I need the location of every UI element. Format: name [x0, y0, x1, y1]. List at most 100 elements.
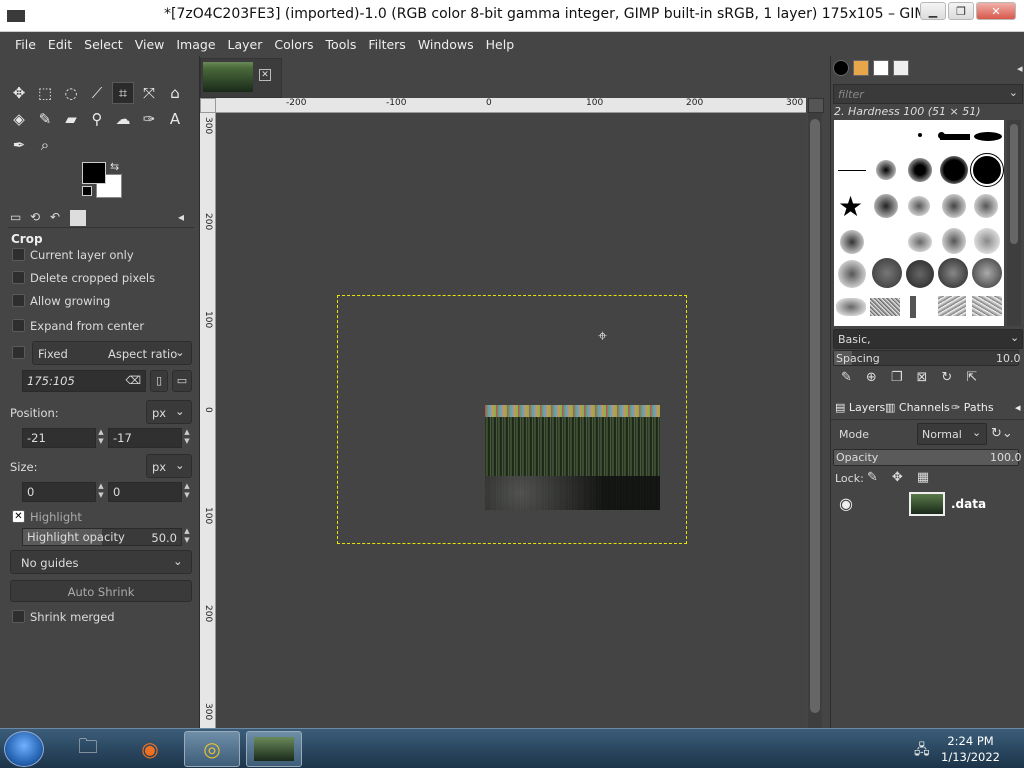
menu-select[interactable]: Select — [78, 37, 129, 52]
images-icon[interactable] — [70, 210, 86, 226]
dock-menu-icon[interactable]: ◂ — [1015, 401, 1021, 414]
position-x-input[interactable]: -21 — [22, 428, 96, 448]
position-y-input[interactable]: -17 — [108, 428, 182, 448]
vertical-scrollbar[interactable] — [808, 113, 822, 728]
edit-brush-icon[interactable]: ✎ — [841, 370, 852, 385]
duplicate-brush-icon[interactable]: ❐ — [891, 370, 903, 385]
scrollbar-thumb[interactable] — [1010, 124, 1018, 244]
lasso-icon[interactable]: ◌ — [60, 82, 82, 104]
mode-reset-icon[interactable]: ↻⌄ — [991, 426, 1013, 441]
brush-item[interactable] — [874, 194, 898, 218]
close-tab-icon[interactable]: ✕ — [259, 69, 271, 81]
bucket-fill-icon[interactable]: ◈ — [8, 108, 30, 130]
brush-item[interactable] — [940, 134, 970, 140]
aspect-ratio-input[interactable]: 175:105 ⌫ — [22, 370, 146, 392]
brush-item[interactable] — [972, 296, 1002, 316]
document-history-tab-icon[interactable] — [893, 60, 909, 76]
clock[interactable]: 2:24 PM 1/13/2022 — [941, 733, 1000, 765]
tab-layers[interactable]: ▤ Layers — [835, 401, 885, 414]
brush-item[interactable] — [974, 132, 1002, 141]
brush-item[interactable] — [918, 133, 922, 137]
refresh-brushes-icon[interactable]: ↻ — [941, 370, 952, 385]
menu-colors[interactable]: Colors — [268, 37, 319, 52]
brush-item[interactable] — [876, 160, 896, 180]
clear-icon[interactable]: ⌫ — [125, 374, 141, 387]
tab-channels[interactable]: ▥ Channels — [885, 401, 950, 414]
menu-file[interactable]: File — [9, 37, 42, 52]
fuzzy-select-icon[interactable]: ⟋ — [86, 82, 108, 104]
brush-spacing-slider[interactable]: Spacing 10.0 — [833, 350, 1021, 366]
fonts-tab-icon[interactable] — [873, 60, 889, 76]
brush-item[interactable] — [938, 296, 966, 316]
dock-menu-icon[interactable]: ◂ — [1017, 62, 1023, 75]
highlight-opacity-slider[interactable]: Highlight opacity 50.0 — [22, 528, 182, 546]
highlight-checkbox[interactable]: ✕ — [12, 510, 25, 523]
navigate-button[interactable] — [808, 98, 824, 113]
brush-item[interactable] — [908, 196, 930, 216]
horizontal-ruler[interactable]: -200 -100 0 100 200 300 — [216, 98, 806, 113]
lock-pixels-icon[interactable]: ✎ — [867, 470, 878, 485]
menu-filters[interactable]: Filters — [362, 37, 411, 52]
landscape-icon[interactable]: ▭ — [172, 370, 192, 392]
delete-brush-icon[interactable]: ⊠ — [916, 370, 927, 385]
menu-windows[interactable]: Windows — [412, 37, 480, 52]
brush-item[interactable] — [942, 228, 966, 254]
move-icon[interactable]: ✥ — [8, 82, 30, 104]
brush-item[interactable] — [906, 260, 934, 288]
size-unit-dropdown[interactable]: px ⌄ — [146, 454, 192, 478]
allow-growing-checkbox[interactable] — [12, 294, 25, 307]
size-width-spinner[interactable]: ▲ ▼ — [96, 482, 106, 502]
text-icon[interactable]: A — [164, 108, 186, 130]
gimp-taskbar-icon[interactable] — [246, 731, 302, 767]
delete-cropped-checkbox[interactable] — [12, 271, 25, 284]
brush-item-selected[interactable] — [970, 153, 1004, 187]
close-button[interactable]: ✕ — [976, 2, 1016, 20]
undo-history-icon[interactable]: ↶ — [50, 210, 66, 226]
color-picker-icon[interactable]: ✒ — [8, 134, 30, 156]
brush-tag-input[interactable]: Basic, ⌄ — [833, 329, 1023, 349]
rect-select-icon[interactable]: ⬚ — [34, 82, 56, 104]
guides-dropdown[interactable]: No guides ⌄ — [10, 550, 192, 574]
transform-icon[interactable]: ⤧ — [138, 82, 160, 104]
brush-scrollbar[interactable] — [1007, 120, 1021, 326]
tool-options-icon[interactable]: ▭ — [10, 210, 26, 226]
swap-colors-icon[interactable]: ⇆ — [110, 160, 119, 173]
brush-item[interactable] — [838, 170, 866, 171]
menu-layer[interactable]: Layer — [222, 37, 269, 52]
menu-image[interactable]: Image — [170, 37, 221, 52]
layer-row[interactable]: ◉ .data — [833, 490, 1023, 518]
brush-item[interactable] — [872, 258, 902, 288]
brush-item[interactable] — [938, 258, 968, 288]
brush-item[interactable] — [972, 258, 1002, 288]
position-unit-dropdown[interactable]: px ⌄ — [146, 400, 192, 424]
brush-filter-input[interactable]: filter ⌄ — [833, 84, 1023, 104]
lock-alpha-icon[interactable]: ▦ — [917, 470, 929, 485]
patterns-tab-icon[interactable] — [853, 60, 869, 76]
brush-item[interactable] — [870, 298, 900, 316]
clone-icon[interactable]: ⚲ — [86, 108, 108, 130]
brush-item[interactable] — [840, 230, 864, 254]
restore-button[interactable]: ❐ — [948, 2, 974, 20]
chrome-icon[interactable]: ◎ — [184, 731, 240, 767]
default-colors-icon[interactable] — [82, 186, 92, 196]
brush-item[interactable] — [942, 194, 966, 218]
eye-icon[interactable]: ◉ — [839, 494, 853, 513]
menu-edit[interactable]: Edit — [42, 37, 78, 52]
scrollbar-thumb[interactable] — [810, 119, 820, 713]
brush-item[interactable]: ★ — [838, 190, 863, 223]
size-height-input[interactable]: 0 — [108, 482, 182, 502]
paintbrush-icon[interactable]: ✎ — [34, 108, 56, 130]
mode-dropdown[interactable]: Normal ⌄ — [917, 423, 987, 445]
smudge-icon[interactable]: ☁ — [112, 108, 134, 130]
size-height-spinner[interactable]: ▲ ▼ — [182, 482, 192, 502]
crop-icon[interactable]: ⌗ — [112, 82, 134, 104]
brush-item[interactable] — [910, 296, 916, 318]
highlight-opacity-spinner[interactable]: ▲ ▼ — [182, 527, 192, 547]
open-brush-as-image-icon[interactable]: ⇱ — [966, 370, 977, 385]
brush-item[interactable] — [974, 228, 1000, 254]
warp-icon[interactable]: ⌂ — [164, 82, 186, 104]
brush-item[interactable] — [908, 158, 932, 182]
fixed-checkbox[interactable] — [12, 346, 25, 359]
position-y-spinner[interactable]: ▲ ▼ — [182, 428, 192, 448]
minimize-button[interactable]: ▁ — [920, 2, 946, 20]
